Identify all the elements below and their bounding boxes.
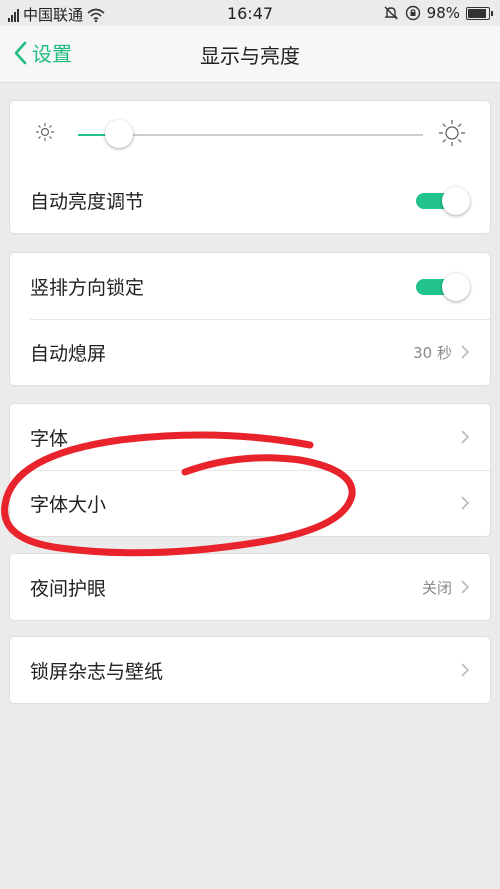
status-bar: 中国联通 16:47 98% xyxy=(0,0,500,26)
lockscreen-wallpaper-row[interactable]: 锁屏杂志与壁纸 xyxy=(10,637,490,703)
font-size-row[interactable]: 字体大小 xyxy=(10,470,490,536)
page-title: 显示与亮度 xyxy=(200,44,300,68)
font-label: 字体 xyxy=(30,427,69,450)
chevron-right-icon xyxy=(461,345,470,359)
lockscreen-wallpaper-label: 锁屏杂志与壁纸 xyxy=(30,660,164,683)
auto-brightness-row: 自动亮度调节 xyxy=(10,167,490,233)
lockscreen-card: 锁屏杂志与壁纸 xyxy=(10,637,490,703)
orientation-sleep-card: 竖排方向锁定 自动熄屏 30 秒 xyxy=(10,253,490,385)
brightness-high-icon xyxy=(439,120,465,146)
night-mode-card: 夜间护眼 关闭 xyxy=(10,554,490,620)
font-row[interactable]: 字体 xyxy=(10,404,490,470)
night-mode-value: 关闭 xyxy=(421,578,452,597)
rotation-lock-label: 竖排方向锁定 xyxy=(30,276,145,299)
nav-bar: 设置 显示与亮度 xyxy=(0,26,500,83)
auto-sleep-row[interactable]: 自动熄屏 30 秒 xyxy=(10,319,490,385)
auto-brightness-label: 自动亮度调节 xyxy=(30,190,145,213)
brightness-low-icon xyxy=(36,123,54,141)
status-right: 98% xyxy=(383,4,493,22)
battery-icon xyxy=(466,6,493,20)
brightness-slider-row xyxy=(10,101,490,167)
rotation-lock-icon xyxy=(405,5,420,21)
brightness-card: 自动亮度调节 xyxy=(10,101,490,233)
auto-sleep-value: 30 秒 xyxy=(413,343,452,362)
rotation-lock-toggle[interactable] xyxy=(416,273,470,301)
chevron-right-icon xyxy=(461,430,470,444)
chevron-right-icon xyxy=(461,663,470,677)
brightness-slider-thumb[interactable] xyxy=(105,120,134,148)
brightness-slider[interactable] xyxy=(78,120,423,148)
rotation-lock-row: 竖排方向锁定 xyxy=(10,253,490,319)
night-mode-label: 夜间护眼 xyxy=(30,577,107,600)
mute-bell-icon xyxy=(383,6,398,20)
battery-percent: 98% xyxy=(426,4,460,22)
chevron-right-icon xyxy=(461,580,470,594)
auto-sleep-label: 自动熄屏 xyxy=(30,342,107,365)
night-mode-row[interactable]: 夜间护眼 关闭 xyxy=(10,554,490,620)
font-size-label: 字体大小 xyxy=(30,493,107,516)
auto-brightness-toggle[interactable] xyxy=(416,187,470,215)
chevron-right-icon xyxy=(461,496,470,510)
font-card: 字体 字体大小 xyxy=(10,404,490,536)
